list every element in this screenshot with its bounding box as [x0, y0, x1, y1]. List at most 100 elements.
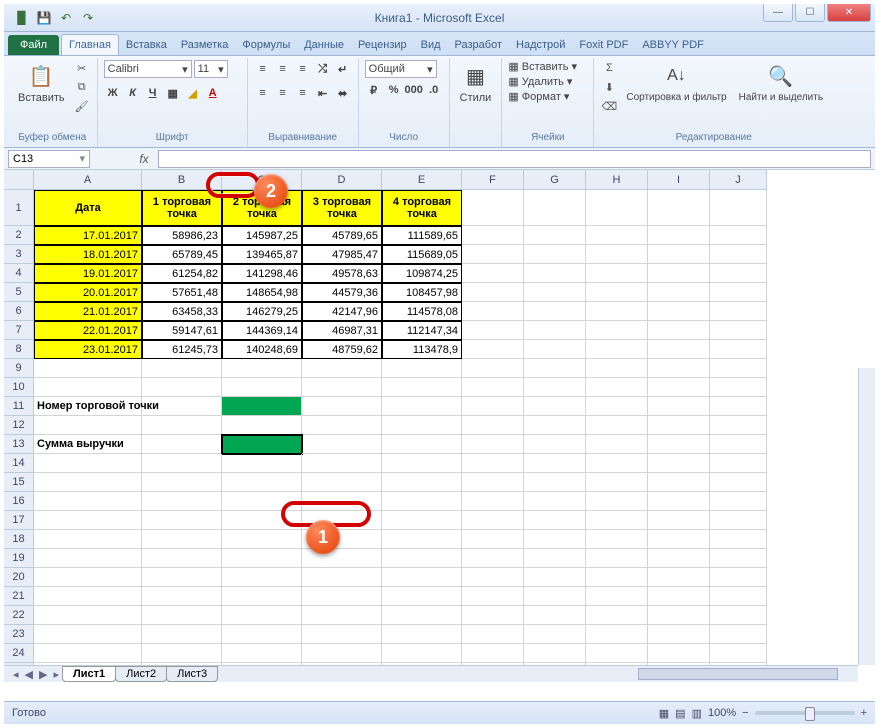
tab-9[interactable]: Foxit PDF [572, 35, 635, 55]
align-left-icon[interactable]: ≡ [254, 84, 272, 102]
cell-C12[interactable] [222, 416, 302, 435]
cell-I15[interactable] [648, 473, 710, 492]
cell-J19[interactable] [710, 549, 767, 568]
cell-A4[interactable]: 19.01.2017 [34, 264, 142, 283]
cell-J2[interactable] [710, 226, 767, 245]
cell-D22[interactable] [302, 606, 382, 625]
cell-B17[interactable] [142, 511, 222, 530]
cell-B18[interactable] [142, 530, 222, 549]
sheet-tab-1[interactable]: Лист2 [115, 666, 167, 682]
cell-C9[interactable] [222, 359, 302, 378]
cell-E9[interactable] [382, 359, 462, 378]
cell-G12[interactable] [524, 416, 586, 435]
zoom-level[interactable]: 100% [708, 707, 736, 719]
cell-G22[interactable] [524, 606, 586, 625]
cell-B19[interactable] [142, 549, 222, 568]
cell-C20[interactable] [222, 568, 302, 587]
worksheet-grid[interactable]: ABCDEFGHIJ 12345678910111213141516171819… [4, 170, 875, 705]
cell-I5[interactable] [648, 283, 710, 302]
cell-H10[interactable] [586, 378, 648, 397]
cell-J7[interactable] [710, 321, 767, 340]
font-size-select[interactable]: 11▾ [194, 60, 228, 78]
cell-E16[interactable] [382, 492, 462, 511]
zoom-out-icon[interactable]: − [742, 707, 748, 719]
cell-E13[interactable] [382, 435, 462, 454]
tab-4[interactable]: Данные [297, 35, 351, 55]
name-box[interactable]: C13▾ [8, 150, 90, 168]
cell-B12[interactable] [142, 416, 222, 435]
cell-F16[interactable] [462, 492, 524, 511]
file-tab[interactable]: Файл [8, 35, 59, 55]
cell-I4[interactable] [648, 264, 710, 283]
cell-C13[interactable] [222, 435, 302, 454]
find-select-button[interactable]: 🔍 Найти и выделить [735, 60, 827, 105]
cell-I11[interactable] [648, 397, 710, 416]
cell-A12[interactable] [34, 416, 142, 435]
sheet-tab-0[interactable]: Лист1 [62, 666, 116, 682]
row-header-10[interactable]: 10 [4, 378, 34, 397]
col-header-G[interactable]: G [524, 170, 586, 190]
cell-C11[interactable] [222, 397, 302, 416]
cell-E6[interactable]: 114578,08 [382, 302, 462, 321]
cell-I21[interactable] [648, 587, 710, 606]
cell-G9[interactable] [524, 359, 586, 378]
border-button[interactable]: ▦ [164, 84, 182, 102]
cell-B20[interactable] [142, 568, 222, 587]
cell-F23[interactable] [462, 625, 524, 644]
cell-B8[interactable]: 61245,73 [142, 340, 222, 359]
cell-F19[interactable] [462, 549, 524, 568]
row-header-20[interactable]: 20 [4, 568, 34, 587]
cell-E22[interactable] [382, 606, 462, 625]
cell-D11[interactable] [302, 397, 382, 416]
cell-C2[interactable]: 145987,25 [222, 226, 302, 245]
cell-E4[interactable]: 109874,25 [382, 264, 462, 283]
tab-6[interactable]: Вид [414, 35, 448, 55]
cell-D5[interactable]: 44579,36 [302, 283, 382, 302]
cell-C24[interactable] [222, 644, 302, 663]
cell-I8[interactable] [648, 340, 710, 359]
paste-button[interactable]: 📋 Вставить [14, 60, 69, 106]
cell-D6[interactable]: 42147,96 [302, 302, 382, 321]
cell-H11[interactable] [586, 397, 648, 416]
cell-C21[interactable] [222, 587, 302, 606]
cell-G24[interactable] [524, 644, 586, 663]
cell-J5[interactable] [710, 283, 767, 302]
cell-D15[interactable] [302, 473, 382, 492]
copy-icon[interactable]: ⧉ [73, 79, 91, 95]
cell-A1[interactable]: Дата [34, 190, 142, 226]
tab-2[interactable]: Разметка [174, 35, 236, 55]
cell-J6[interactable] [710, 302, 767, 321]
cell-B22[interactable] [142, 606, 222, 625]
cell-D9[interactable] [302, 359, 382, 378]
row-header-23[interactable]: 23 [4, 625, 34, 644]
cell-A16[interactable] [34, 492, 142, 511]
cell-G13[interactable] [524, 435, 586, 454]
merge-icon[interactable]: ⬌ [334, 84, 352, 102]
cell-I2[interactable] [648, 226, 710, 245]
cell-B7[interactable]: 59147,61 [142, 321, 222, 340]
cell-E19[interactable] [382, 549, 462, 568]
cell-A23[interactable] [34, 625, 142, 644]
row-header-24[interactable]: 24 [4, 644, 34, 663]
cell-H9[interactable] [586, 359, 648, 378]
cell-E5[interactable]: 108457,98 [382, 283, 462, 302]
row-header-11[interactable]: 11 [4, 397, 34, 416]
cell-C14[interactable] [222, 454, 302, 473]
row-header-14[interactable]: 14 [4, 454, 34, 473]
cell-G8[interactable] [524, 340, 586, 359]
col-header-E[interactable]: E [382, 170, 462, 190]
col-header-A[interactable]: A [34, 170, 142, 190]
tab-7[interactable]: Разработ [448, 35, 509, 55]
cell-A3[interactable]: 18.01.2017 [34, 245, 142, 264]
cell-D3[interactable]: 47985,47 [302, 245, 382, 264]
cell-I13[interactable] [648, 435, 710, 454]
format-painter-icon[interactable]: 🖌 [73, 98, 91, 114]
cell-A11[interactable]: Номер торговой точки [34, 397, 142, 416]
cell-A15[interactable] [34, 473, 142, 492]
number-format-select[interactable]: Общий▾ [365, 60, 437, 78]
cell-F3[interactable] [462, 245, 524, 264]
delete-button[interactable]: ▦ Удалить ▾ [508, 75, 572, 88]
cell-G7[interactable] [524, 321, 586, 340]
cell-B6[interactable]: 63458,33 [142, 302, 222, 321]
cell-D4[interactable]: 49578,63 [302, 264, 382, 283]
